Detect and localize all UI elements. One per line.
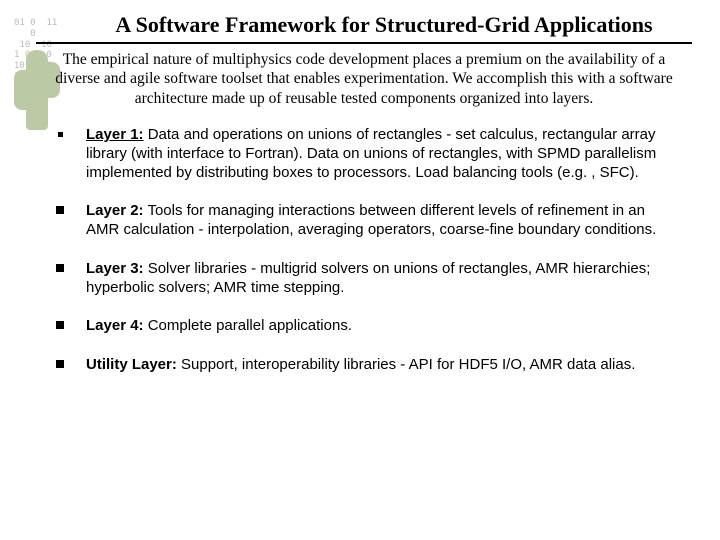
layer-text: Complete parallel applications. xyxy=(144,317,352,334)
list-item: Layer 1: Data and operations on unions o… xyxy=(56,126,678,182)
layer-text: Tools for managing interactions between … xyxy=(86,202,656,238)
bullet-icon xyxy=(56,264,64,272)
bullet-icon xyxy=(56,321,64,329)
layer-text: Data and operations on unions of rectang… xyxy=(86,126,656,181)
slide-content: A Software Framework for Structured-Grid… xyxy=(0,0,720,375)
bullet-icon xyxy=(56,206,64,214)
list-item: Layer 4: Complete parallel applications. xyxy=(56,317,678,336)
list-item: Utility Layer: Support, interoperability… xyxy=(56,356,678,375)
title-divider xyxy=(36,42,692,44)
layer-label: Layer 2: xyxy=(86,202,144,219)
layer-label: Layer 3: xyxy=(86,260,144,277)
layer-text: Support, interoperability libraries - AP… xyxy=(177,356,636,373)
list-item: Layer 2: Tools for managing interactions… xyxy=(56,202,678,240)
bullet-icon xyxy=(56,360,64,368)
layer-label: Layer 4: xyxy=(86,317,144,334)
slide-title: A Software Framework for Structured-Grid… xyxy=(36,12,692,38)
layer-label: Layer 1: xyxy=(86,126,144,143)
bullet-icon xyxy=(58,132,63,137)
list-item: Layer 3: Solver libraries - multigrid so… xyxy=(56,260,678,298)
layers-list: Layer 1: Data and operations on unions o… xyxy=(36,126,692,375)
layer-label: Utility Layer: xyxy=(86,356,177,373)
intro-paragraph: The empirical nature of multiphysics cod… xyxy=(44,50,684,108)
layer-text: Solver libraries - multigrid solvers on … xyxy=(86,260,650,296)
